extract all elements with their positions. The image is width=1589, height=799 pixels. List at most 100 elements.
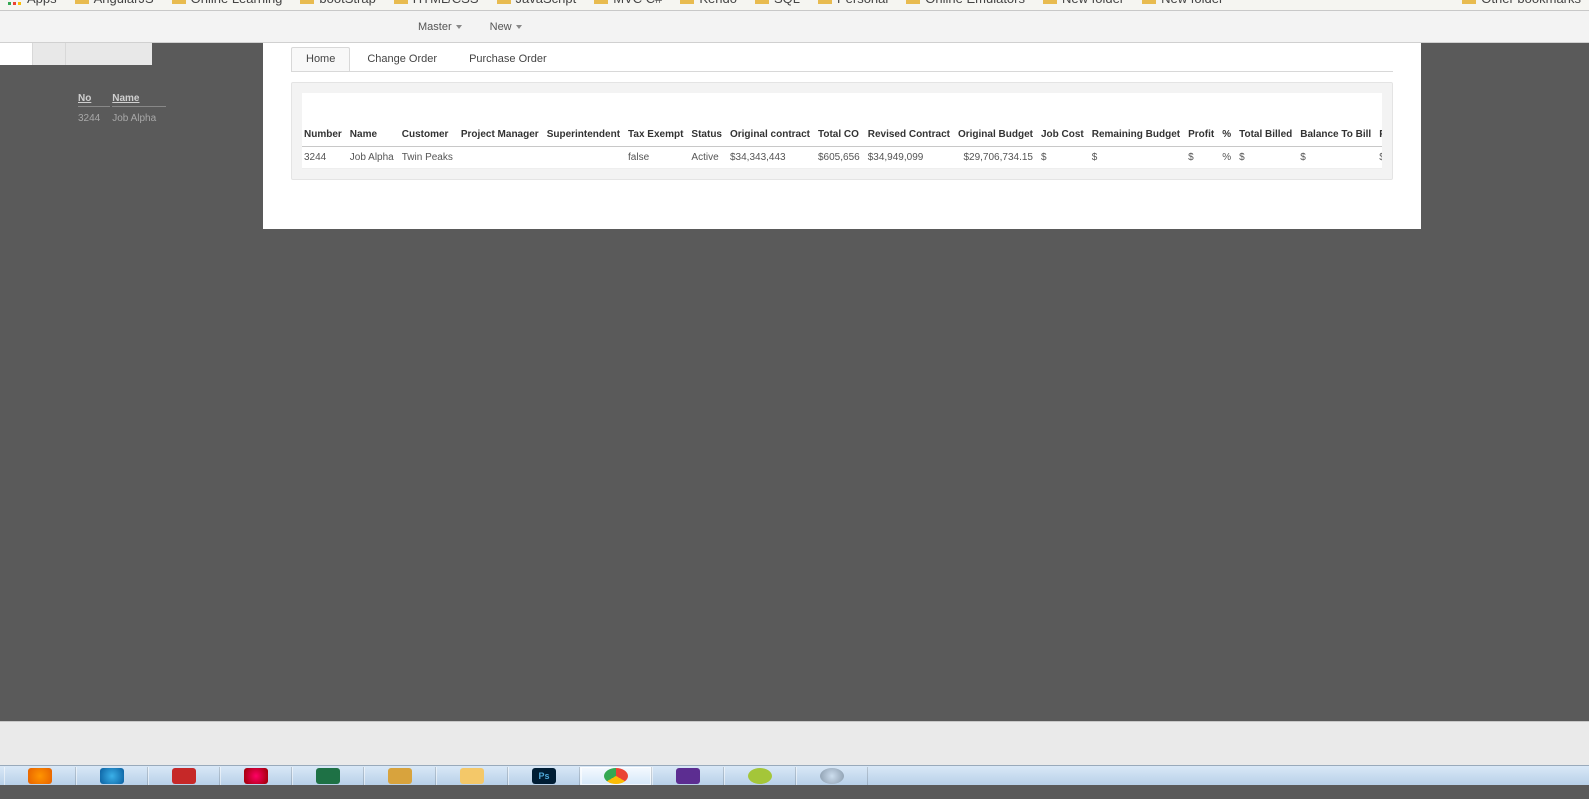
cell-total-billed: $ xyxy=(1237,147,1298,169)
col-profit[interactable]: Profit xyxy=(1186,93,1220,147)
left-tab-2[interactable] xyxy=(33,43,66,65)
folder-icon xyxy=(460,768,484,784)
taskbar-explorer[interactable] xyxy=(436,767,508,785)
bookmark-item[interactable]: bootStrap xyxy=(300,0,375,6)
side-row[interactable]: 3244 Job Alpha xyxy=(78,109,166,126)
taskbar-ssms[interactable] xyxy=(364,767,436,785)
taskbar-snipping[interactable] xyxy=(220,767,292,785)
cell-job-cost: $ xyxy=(1039,147,1090,169)
cell-project-manager xyxy=(459,147,545,169)
col-balance-to-bill[interactable]: Balance To Bill xyxy=(1298,93,1377,147)
side-header-no[interactable]: No xyxy=(78,91,110,107)
background-area xyxy=(0,229,1589,721)
bookmark-item[interactable]: New folder xyxy=(1142,0,1223,6)
red-app-icon xyxy=(172,768,196,784)
cell-profit: $ xyxy=(1186,147,1220,169)
other-bookmarks[interactable]: Other bookmarks xyxy=(1462,0,1581,6)
bookmark-item[interactable]: MVC C# xyxy=(594,0,662,6)
visualstudio-icon xyxy=(676,768,700,784)
ie-icon xyxy=(100,768,124,784)
taskbar-photoshop[interactable]: Ps xyxy=(508,767,580,785)
col-paid-to-date[interactable]: Paid To Date xyxy=(1377,93,1382,147)
taskbar-ie[interactable] xyxy=(76,767,148,785)
status-bar xyxy=(0,721,1589,765)
taskbar-app-red[interactable] xyxy=(148,767,220,785)
folder-icon xyxy=(906,0,920,4)
left-panel: No Name 3244 Job Alpha xyxy=(0,43,263,128)
col-remaining-budget[interactable]: Remaining Budget xyxy=(1090,93,1186,147)
windows-taskbar: Ps xyxy=(0,765,1589,785)
bookmark-item[interactable]: AngularJS xyxy=(75,0,154,6)
taskbar-excel[interactable] xyxy=(292,767,364,785)
tab-home[interactable]: Home xyxy=(291,47,350,71)
app-menubar: Master New xyxy=(0,11,1589,43)
col-name[interactable]: Name xyxy=(348,93,400,147)
tab-change-order[interactable]: Change Order xyxy=(352,47,452,71)
bookmark-item[interactable]: Personal xyxy=(818,0,888,6)
scissors-icon xyxy=(244,768,268,784)
bookmark-item[interactable]: Kendo xyxy=(680,0,737,6)
apps-icon xyxy=(8,0,22,6)
chevron-down-icon xyxy=(516,25,522,29)
cell-original-budget: $29,706,734.15 xyxy=(956,147,1039,169)
jobs-grid: Number Name Customer Project Manager Sup… xyxy=(302,93,1382,169)
folder-icon xyxy=(594,0,608,4)
folder-icon xyxy=(818,0,832,4)
bookmark-item[interactable]: Online Emulators xyxy=(906,0,1025,6)
bookmark-item[interactable]: Online Learning xyxy=(172,0,283,6)
grid-row[interactable]: 3244 Job Alpha Twin Peaks false Active $… xyxy=(302,147,1382,169)
col-original-contract[interactable]: Original contract xyxy=(728,93,816,147)
content-tabstrip: Home Change Order Purchase Order xyxy=(291,43,1393,72)
bookmarks-apps[interactable]: Apps xyxy=(8,0,57,6)
left-panel-tabs xyxy=(0,43,263,65)
bookmark-item[interactable]: SQL xyxy=(755,0,800,6)
tab-purchase-order[interactable]: Purchase Order xyxy=(454,47,562,71)
grid-container: Number Name Customer Project Manager Sup… xyxy=(291,82,1393,180)
cell-status: Active xyxy=(689,147,728,169)
bookmark-item[interactable]: HTML/CSS xyxy=(394,0,479,6)
taskbar-android[interactable] xyxy=(724,767,796,785)
folder-icon xyxy=(300,0,314,4)
menu-new[interactable]: New xyxy=(490,21,522,33)
database-icon xyxy=(388,768,412,784)
cell-total-co: $605,656 xyxy=(816,147,866,169)
safari-icon xyxy=(820,768,844,784)
folder-icon xyxy=(1142,0,1156,4)
bookmarks-apps-label: Apps xyxy=(27,0,57,6)
col-status[interactable]: Status xyxy=(689,93,728,147)
taskbar-visualstudio[interactable] xyxy=(652,767,724,785)
col-revised-contract[interactable]: Revised Contract xyxy=(866,93,956,147)
col-superintendent[interactable]: Superintendent xyxy=(545,93,626,147)
menu-master[interactable]: Master xyxy=(418,21,462,33)
cell-number: 3244 xyxy=(302,147,348,169)
bookmark-item[interactable]: New folder xyxy=(1043,0,1124,6)
col-original-budget[interactable]: Original Budget xyxy=(956,93,1039,147)
cell-revised-contract: $34,949,099 xyxy=(866,147,956,169)
cell-customer: Twin Peaks xyxy=(400,147,459,169)
col-total-co[interactable]: Total CO xyxy=(816,93,866,147)
photoshop-icon: Ps xyxy=(532,768,556,784)
taskbar-firefox[interactable] xyxy=(4,767,76,785)
side-list-table: No Name 3244 Job Alpha xyxy=(76,89,168,128)
col-total-billed[interactable]: Total Billed xyxy=(1237,93,1298,147)
menu-new-label: New xyxy=(490,21,512,33)
left-tab-1[interactable] xyxy=(0,43,33,65)
cell-balance-to-bill: $ xyxy=(1298,147,1377,169)
col-tax-exempt[interactable]: Tax Exempt xyxy=(626,93,689,147)
col-percent[interactable]: % xyxy=(1220,93,1237,147)
side-cell-name: Job Alpha xyxy=(112,109,166,126)
taskbar-safari[interactable] xyxy=(796,767,868,785)
side-header-name[interactable]: Name xyxy=(112,91,166,107)
folder-icon xyxy=(75,0,89,4)
folder-icon xyxy=(1043,0,1057,4)
col-project-manager[interactable]: Project Manager xyxy=(459,93,545,147)
folder-icon xyxy=(680,0,694,4)
bookmark-item[interactable]: JavaScript xyxy=(497,0,577,6)
folder-icon xyxy=(1462,0,1476,4)
col-number[interactable]: Number xyxy=(302,93,348,147)
col-customer[interactable]: Customer xyxy=(400,93,459,147)
left-tab-3[interactable] xyxy=(66,43,152,65)
col-job-cost[interactable]: Job Cost xyxy=(1039,93,1090,147)
chevron-down-icon xyxy=(456,25,462,29)
taskbar-chrome[interactable] xyxy=(580,767,652,785)
